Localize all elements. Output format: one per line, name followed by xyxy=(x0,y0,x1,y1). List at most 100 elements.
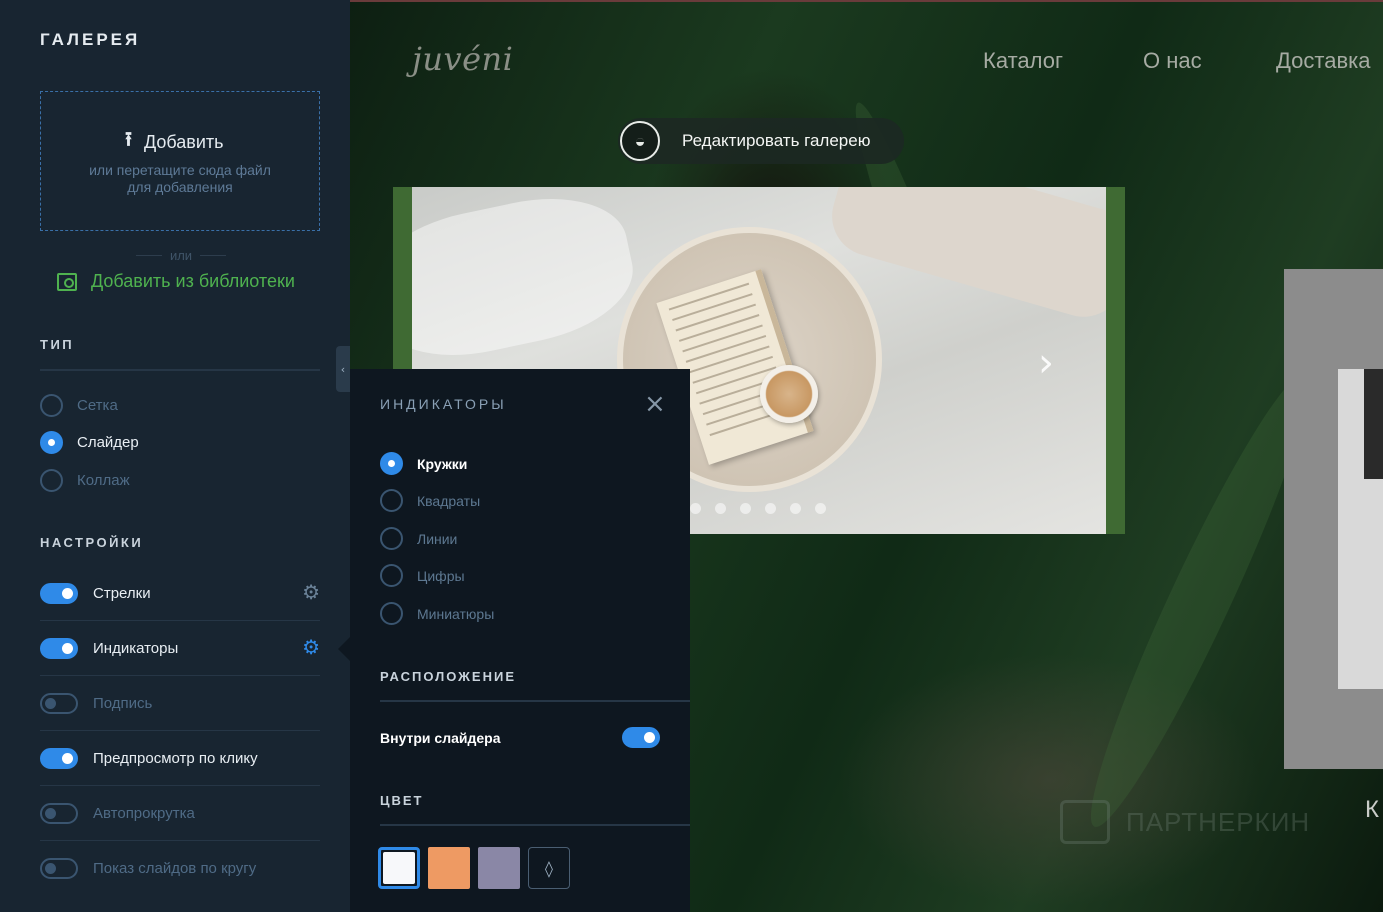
product-cap xyxy=(1364,369,1383,479)
gear-icon[interactable]: ⚙ xyxy=(302,583,320,603)
divider xyxy=(380,824,690,826)
type-option-slider[interactable]: Слайдер xyxy=(40,431,139,454)
nav-catalog[interactable]: Каталог xyxy=(983,48,1063,74)
upload-hint: или перетащите сюда файл для добавления xyxy=(89,162,271,195)
toggle[interactable] xyxy=(40,582,78,604)
or-label: или xyxy=(169,248,193,263)
type-option-collage[interactable]: Коллаж xyxy=(40,469,130,492)
settings-section-label: НАСТРОЙКИ xyxy=(40,535,144,550)
popup-pointer xyxy=(338,637,350,661)
color-drop-icon: ◊ xyxy=(545,858,553,878)
toggle[interactable] xyxy=(40,858,78,879)
radio[interactable] xyxy=(380,602,403,625)
indicator-style-squares[interactable]: Квадраты xyxy=(380,489,480,512)
watermark-text: ПАРТНЕРКИН xyxy=(1126,806,1311,837)
setting-loop[interactable]: Показ слайдов по кругу xyxy=(40,841,320,896)
upload-add-label: Добавить xyxy=(144,131,224,152)
collapse-panel-button[interactable]: ‹ xyxy=(336,346,350,392)
or-divider: или xyxy=(136,248,227,263)
setting-label: Автопрокрутка xyxy=(93,804,195,822)
indicator-style-thumbnails[interactable]: Миниатюры xyxy=(380,602,494,625)
toggle[interactable] xyxy=(40,637,78,659)
color-swatch-orange[interactable] xyxy=(428,847,470,889)
color-swatch-gray[interactable] xyxy=(478,847,520,889)
divider xyxy=(40,369,320,371)
indicators-popup: ИНДИКАТОРЫ × Кружки Квадраты Линии Цифры… xyxy=(350,369,690,912)
edit-gallery-button[interactable]: ◒ Редактировать галерею xyxy=(618,118,904,164)
sheet-fold xyxy=(412,187,644,373)
edit-gallery-label: Редактировать галерею xyxy=(682,131,871,150)
setting-arrows[interactable]: Стрелки ⚙ xyxy=(40,566,320,621)
popup-title: ИНДИКАТОРЫ xyxy=(380,396,507,412)
setting-label: Индикаторы xyxy=(93,639,179,657)
setting-caption[interactable]: Подпись xyxy=(40,676,320,731)
color-swatch-white[interactable] xyxy=(378,847,420,889)
gallery-panel: ГАЛЕРЕЯ ⭱ Добавить или перетащите сюда ф… xyxy=(0,0,350,912)
toggle[interactable] xyxy=(40,747,78,769)
inside-slider-toggle[interactable] xyxy=(622,727,660,748)
custom-color-button[interactable]: ◊ xyxy=(528,847,570,889)
inside-slider-label: Внутри слайдера xyxy=(380,729,501,746)
product-card[interactable] xyxy=(1284,269,1383,769)
option-label: Цифры xyxy=(417,567,465,584)
upload-dropzone[interactable]: ⭱ Добавить или перетащите сюда файл для … xyxy=(40,91,320,231)
indicator-dot[interactable] xyxy=(690,503,701,514)
chevron-right-icon[interactable]: › xyxy=(1038,340,1054,386)
image-edit-icon: ◒ xyxy=(620,121,660,161)
radio[interactable] xyxy=(380,489,403,512)
setting-autoscroll[interactable]: Автопрокрутка xyxy=(40,786,320,841)
watermark: ПАРТНЕРКИН xyxy=(1060,800,1310,844)
setting-label: Подпись xyxy=(93,694,153,712)
color-swatches: ◊ xyxy=(378,847,570,889)
inside-slider-setting[interactable]: Внутри слайдера xyxy=(380,727,660,748)
position-section-label: РАСПОЛОЖЕНИЕ xyxy=(380,669,516,684)
option-label: Миниатюры xyxy=(417,605,495,622)
library-label: Добавить из библиотеки xyxy=(91,271,295,291)
indicator-dot[interactable] xyxy=(740,503,751,514)
radio[interactable] xyxy=(40,394,63,417)
nav-delivery[interactable]: Доставка xyxy=(1276,48,1370,74)
indicator-style-lines[interactable]: Линии xyxy=(380,527,457,550)
library-link[interactable]: Добавить из библиотеки xyxy=(57,271,295,292)
option-label: Линии xyxy=(417,530,458,547)
indicator-dot[interactable] xyxy=(715,503,726,514)
radio[interactable] xyxy=(380,564,403,587)
option-label: Кружки xyxy=(417,455,468,472)
option-label: Слайдер xyxy=(77,434,139,451)
setting-label: Стрелки xyxy=(93,584,151,602)
upload-arrow-icon: ⭱ xyxy=(125,129,132,151)
setting-label: Показ слайдов по кругу xyxy=(93,860,257,877)
upload-add-button[interactable]: ⭱ Добавить xyxy=(125,125,224,159)
indicator-style-circles[interactable]: Кружки xyxy=(380,452,467,475)
site-logo[interactable]: juvéni xyxy=(412,40,513,78)
watermark-logo-icon xyxy=(1060,800,1110,844)
radio[interactable] xyxy=(380,452,403,475)
top-border xyxy=(350,0,1383,2)
panel-title: ГАЛЕРЕЯ xyxy=(40,30,141,49)
setting-indicators[interactable]: Индикаторы ⚙ xyxy=(40,621,320,676)
indicator-dot[interactable] xyxy=(765,503,776,514)
type-section-label: ТИП xyxy=(40,337,75,352)
setting-label: Предпросмотр по клику xyxy=(93,749,258,767)
indicator-dot[interactable] xyxy=(790,503,801,514)
slider-indicators xyxy=(690,503,826,514)
toggle[interactable] xyxy=(40,692,78,714)
toggle[interactable] xyxy=(40,802,78,824)
side-letter: К xyxy=(1365,796,1379,823)
coffee-cup xyxy=(760,365,818,423)
type-option-grid[interactable]: Сетка xyxy=(40,394,118,417)
close-icon[interactable]: × xyxy=(644,389,666,419)
setting-click-preview[interactable]: Предпросмотр по клику xyxy=(40,731,320,786)
indicator-style-numbers[interactable]: Цифры xyxy=(380,564,465,587)
option-label: Квадраты xyxy=(417,492,481,509)
gear-icon[interactable]: ⚙ xyxy=(302,638,320,658)
nav-about[interactable]: О нас xyxy=(1143,48,1202,74)
radio[interactable] xyxy=(380,527,403,550)
divider xyxy=(380,700,690,702)
option-label: Сетка xyxy=(77,397,118,414)
radio[interactable] xyxy=(40,431,63,454)
library-icon xyxy=(57,272,77,291)
option-label: Коллаж xyxy=(77,472,130,489)
indicator-dot[interactable] xyxy=(815,503,826,514)
radio[interactable] xyxy=(40,469,63,492)
